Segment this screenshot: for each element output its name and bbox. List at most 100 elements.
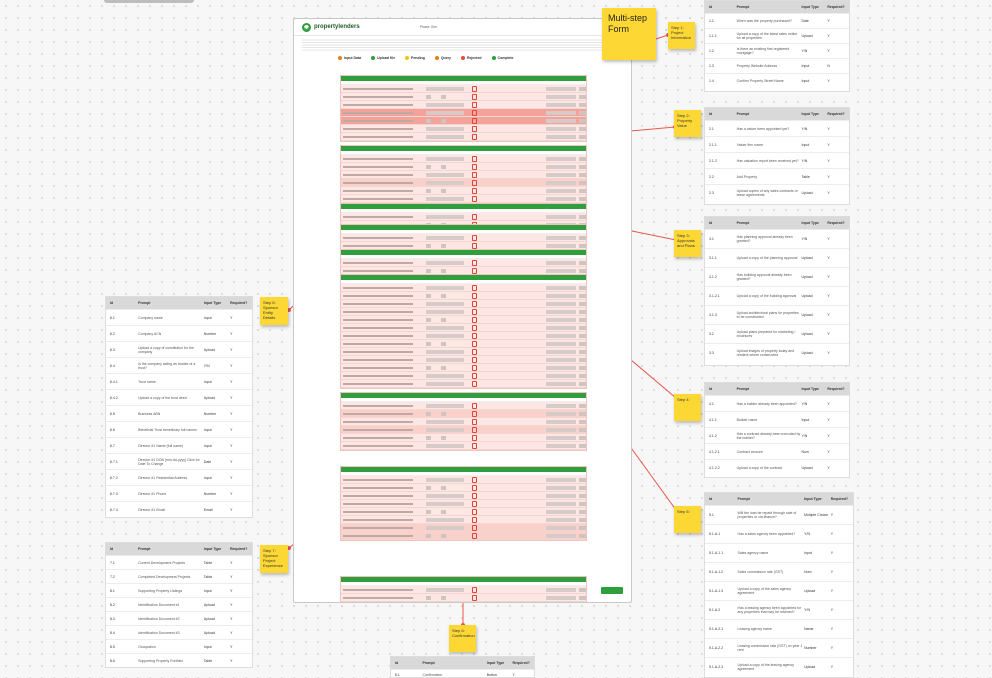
yes-checkbox[interactable] bbox=[426, 294, 431, 298]
status-tag[interactable] bbox=[579, 334, 586, 338]
status-tag[interactable] bbox=[579, 534, 586, 538]
input-field[interactable] bbox=[426, 111, 464, 115]
status-tag[interactable] bbox=[579, 135, 586, 139]
status-select[interactable] bbox=[546, 127, 576, 131]
status-tag[interactable] bbox=[579, 494, 586, 498]
status-select[interactable] bbox=[546, 486, 576, 490]
status-tag[interactable] bbox=[579, 318, 586, 322]
status-select[interactable] bbox=[546, 197, 576, 201]
input-field[interactable] bbox=[426, 478, 464, 482]
no-checkbox[interactable] bbox=[441, 294, 446, 298]
status-tag[interactable] bbox=[579, 173, 586, 177]
input-field[interactable] bbox=[426, 420, 464, 424]
no-checkbox[interactable] bbox=[441, 596, 446, 600]
input-field[interactable] bbox=[426, 103, 464, 107]
input-field[interactable] bbox=[426, 358, 464, 362]
yes-checkbox[interactable] bbox=[426, 342, 431, 346]
status-select[interactable] bbox=[546, 173, 576, 177]
status-select[interactable] bbox=[546, 286, 576, 290]
input-field[interactable] bbox=[426, 518, 464, 522]
input-field[interactable] bbox=[426, 135, 464, 139]
input-field[interactable] bbox=[426, 310, 464, 314]
no-checkbox[interactable] bbox=[441, 534, 446, 538]
status-tag[interactable] bbox=[579, 428, 586, 432]
status-select[interactable] bbox=[546, 358, 576, 362]
yes-checkbox[interactable] bbox=[426, 269, 431, 273]
input-field[interactable] bbox=[426, 494, 464, 498]
sticky-step8[interactable]: Step 8: Confirmation bbox=[449, 625, 476, 652]
input-field[interactable] bbox=[426, 127, 464, 131]
status-select[interactable] bbox=[546, 302, 576, 306]
input-field[interactable] bbox=[426, 157, 464, 161]
status-tag[interactable] bbox=[579, 374, 586, 378]
board-toolbar[interactable] bbox=[104, 0, 194, 3]
status-tag[interactable] bbox=[579, 294, 586, 298]
no-checkbox[interactable] bbox=[441, 436, 446, 440]
status-select[interactable] bbox=[546, 478, 576, 482]
input-field[interactable] bbox=[426, 173, 464, 177]
no-checkbox[interactable] bbox=[441, 486, 446, 490]
yes-checkbox[interactable] bbox=[426, 165, 431, 169]
status-tag[interactable] bbox=[579, 119, 586, 123]
status-select[interactable] bbox=[546, 310, 576, 314]
status-select[interactable] bbox=[546, 95, 576, 99]
input-field[interactable] bbox=[426, 350, 464, 354]
status-select[interactable] bbox=[546, 404, 576, 408]
status-select[interactable] bbox=[546, 436, 576, 440]
no-checkbox[interactable] bbox=[441, 189, 446, 193]
status-tag[interactable] bbox=[579, 404, 586, 408]
input-field[interactable] bbox=[426, 526, 464, 530]
sticky-step2[interactable]: Step 2: Property Value bbox=[674, 110, 701, 137]
status-tag[interactable] bbox=[579, 342, 586, 346]
input-field[interactable] bbox=[426, 215, 464, 219]
status-tag[interactable] bbox=[579, 420, 586, 424]
input-field[interactable] bbox=[426, 197, 464, 201]
status-tag[interactable] bbox=[579, 412, 586, 416]
status-select[interactable] bbox=[546, 412, 576, 416]
no-checkbox[interactable] bbox=[441, 95, 446, 99]
sticky-step6[interactable]: Step 6: Sponsor Entity Details bbox=[260, 297, 288, 325]
status-tag[interactable] bbox=[579, 189, 586, 193]
status-select[interactable] bbox=[546, 334, 576, 338]
no-checkbox[interactable] bbox=[441, 244, 446, 248]
input-field[interactable] bbox=[426, 382, 464, 386]
status-select[interactable] bbox=[546, 236, 576, 240]
yes-checkbox[interactable] bbox=[426, 412, 431, 416]
status-select[interactable] bbox=[546, 119, 576, 123]
status-select[interactable] bbox=[546, 366, 576, 370]
status-select[interactable] bbox=[546, 494, 576, 498]
status-select[interactable] bbox=[546, 103, 576, 107]
status-tag[interactable] bbox=[579, 596, 586, 600]
yes-checkbox[interactable] bbox=[426, 95, 431, 99]
status-select[interactable] bbox=[546, 534, 576, 538]
sticky-step4[interactable]: Step 4: bbox=[674, 394, 701, 421]
status-tag[interactable] bbox=[579, 310, 586, 314]
status-tag[interactable] bbox=[579, 165, 586, 169]
no-checkbox[interactable] bbox=[441, 366, 446, 370]
input-field[interactable] bbox=[426, 374, 464, 378]
sticky-step3[interactable]: Step 3: Approvals and Plans bbox=[674, 230, 701, 257]
status-select[interactable] bbox=[546, 135, 576, 139]
status-tag[interactable] bbox=[579, 215, 586, 219]
status-tag[interactable] bbox=[579, 95, 586, 99]
yes-checkbox[interactable] bbox=[426, 244, 431, 248]
no-checkbox[interactable] bbox=[441, 119, 446, 123]
yes-checkbox[interactable] bbox=[426, 510, 431, 514]
status-tag[interactable] bbox=[579, 157, 586, 161]
no-checkbox[interactable] bbox=[441, 412, 446, 416]
input-field[interactable] bbox=[426, 404, 464, 408]
input-field[interactable] bbox=[426, 87, 464, 91]
status-tag[interactable] bbox=[579, 127, 586, 131]
input-field[interactable] bbox=[426, 334, 464, 338]
input-field[interactable] bbox=[426, 428, 464, 432]
status-tag[interactable] bbox=[579, 244, 586, 248]
status-tag[interactable] bbox=[579, 382, 586, 386]
no-checkbox[interactable] bbox=[441, 342, 446, 346]
status-select[interactable] bbox=[546, 382, 576, 386]
no-checkbox[interactable] bbox=[441, 510, 446, 514]
input-field[interactable] bbox=[426, 261, 464, 265]
status-tag[interactable] bbox=[579, 103, 586, 107]
status-tag[interactable] bbox=[579, 87, 586, 91]
board-title-sticky[interactable]: Multi-step Form bbox=[602, 8, 656, 60]
status-tag[interactable] bbox=[579, 444, 586, 448]
